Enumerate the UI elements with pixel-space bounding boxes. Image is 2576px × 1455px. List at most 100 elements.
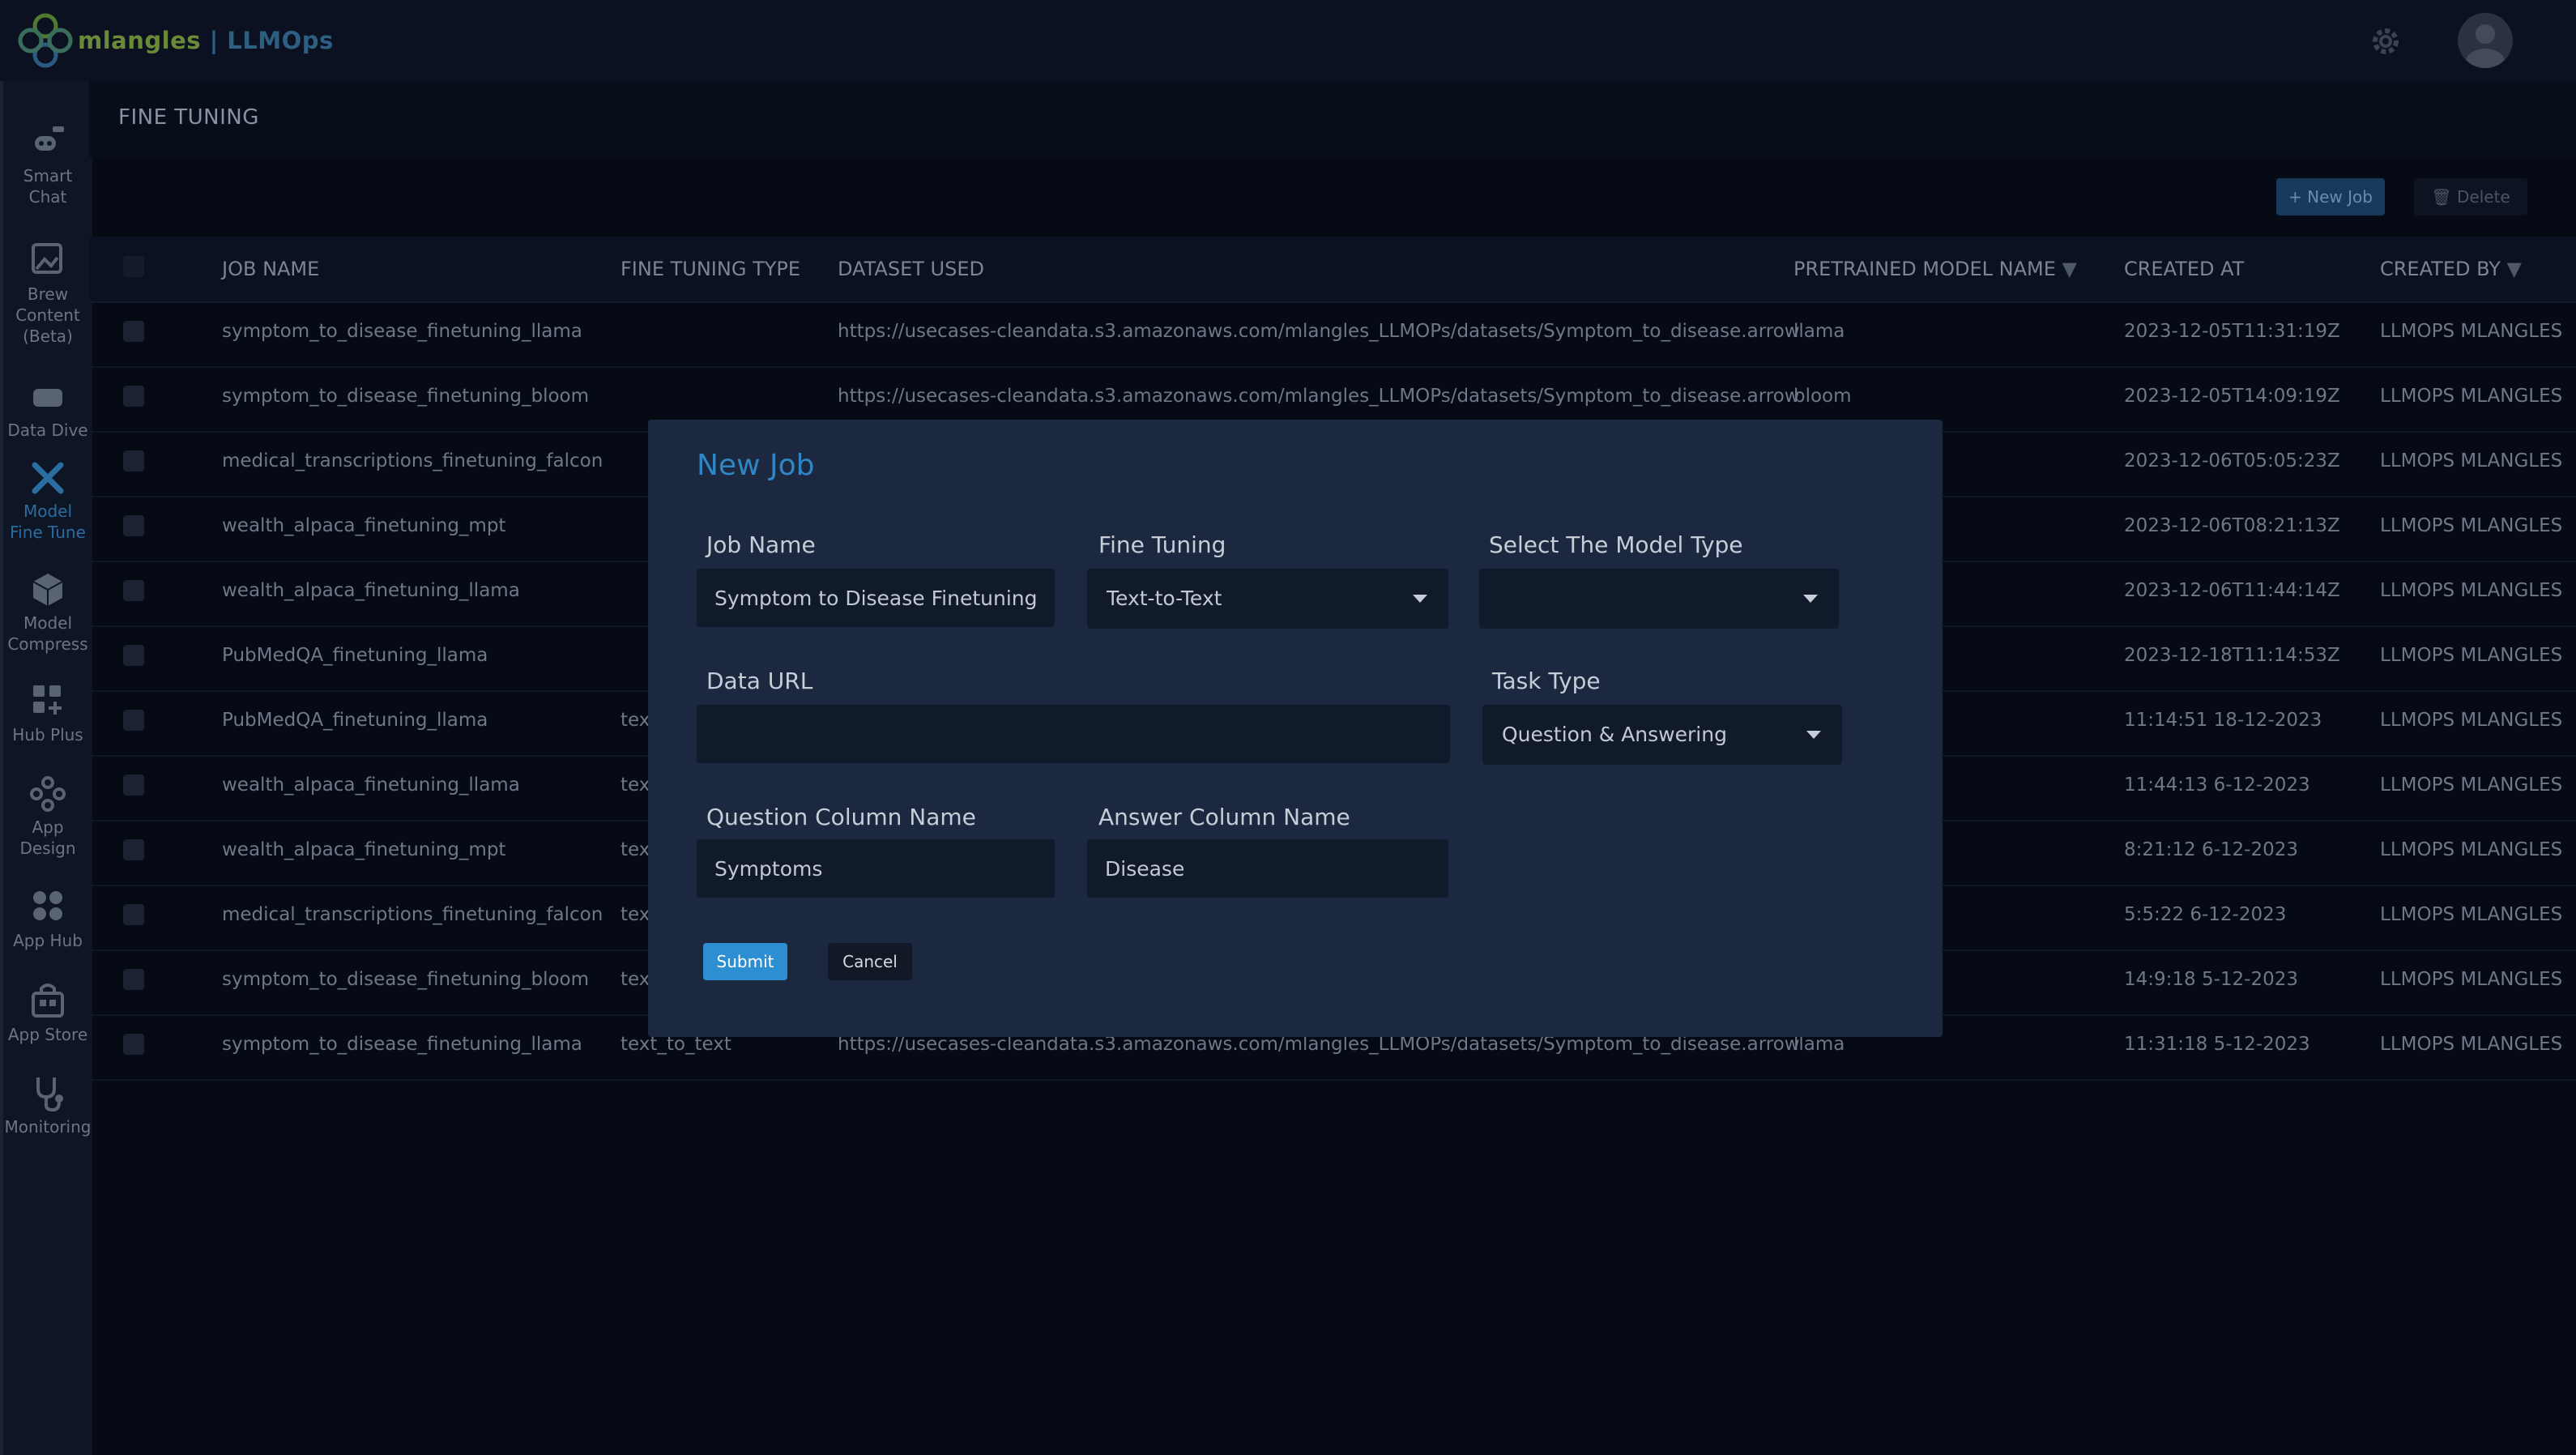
column-header-pretrained-model[interactable]: PRETRAINED MODEL NAME ▼ xyxy=(1793,258,2077,280)
sidebar-item-hub-plus[interactable]: Hub Plus xyxy=(3,682,92,745)
row-checkbox[interactable] xyxy=(123,904,144,925)
task-type-select[interactable]: Question & Answering xyxy=(1482,705,1842,765)
row-checkbox[interactable] xyxy=(123,839,144,860)
column-header-dataset-used[interactable]: DATASET USED xyxy=(838,258,984,280)
cell-job-name: PubMedQA_finetuning_llama xyxy=(222,710,488,731)
cell-dataset-used: https://usecases-cleandata.s3.amazonaws.… xyxy=(838,386,1800,407)
column-header-fine-tuning-type[interactable]: FINE TUNING TYPE xyxy=(621,258,800,280)
question-column-label: Question Column Name xyxy=(706,804,976,830)
top-bar: mlangles | LLMOps xyxy=(0,0,2576,81)
sidebar-item-smart-chat[interactable]: Smart Chat xyxy=(3,123,92,207)
question-column-input[interactable] xyxy=(697,839,1055,898)
row-checkbox[interactable] xyxy=(123,386,144,407)
sidebar-item-app-design[interactable]: App Design xyxy=(3,774,92,859)
page-title: FINE TUNING xyxy=(118,105,259,130)
cell-created-at: 2023-12-06T08:21:13Z xyxy=(2124,515,2340,536)
delete-button[interactable]: 🗑 Delete xyxy=(2414,178,2527,215)
row-checkbox[interactable] xyxy=(123,321,144,342)
image-ai-icon xyxy=(32,243,62,274)
table-row[interactable]: symptom_to_disease_finetuning_llama https… xyxy=(89,301,2576,368)
trash-icon: 🗑 xyxy=(2431,187,2452,207)
cell-created-at: 14:9:18 5-12-2023 xyxy=(2124,969,2299,990)
row-checkbox[interactable] xyxy=(123,580,144,601)
model-type-select[interactable] xyxy=(1479,569,1839,629)
gear-icon[interactable] xyxy=(2367,23,2404,60)
app-logo[interactable]: mlangles | LLMOps xyxy=(16,13,334,68)
sidebar-item-data-dive[interactable]: Data Dive xyxy=(3,378,92,441)
cell-created-at: 5:5:22 6-12-2023 xyxy=(2124,904,2287,925)
grid-plus-icon xyxy=(33,685,62,715)
cell-job-name: symptom_to_disease_finetuning_llama xyxy=(222,1034,582,1055)
row-checkbox[interactable] xyxy=(123,969,144,990)
modal-title: New Job xyxy=(697,449,815,482)
cell-fine-tuning-type: tex xyxy=(621,774,650,796)
sidebar-item-app-store[interactable]: App Store xyxy=(3,982,92,1045)
sidebar-item-model-compress[interactable]: Model Compress xyxy=(3,570,92,655)
job-name-label: Job Name xyxy=(706,531,816,558)
column-header-created-by[interactable]: CREATED BY ▼ xyxy=(2380,258,2522,280)
cell-created-at: 11:31:18 5-12-2023 xyxy=(2124,1034,2310,1055)
row-checkbox[interactable] xyxy=(123,774,144,796)
apps-icon xyxy=(33,891,62,920)
row-checkbox[interactable] xyxy=(123,710,144,731)
filter-icon[interactable]: ▼ xyxy=(2062,258,2077,280)
cancel-button[interactable]: Cancel xyxy=(828,943,912,980)
stethoscope-icon xyxy=(36,1077,63,1112)
user-avatar-icon[interactable] xyxy=(2458,13,2513,68)
select-all-checkbox[interactable] xyxy=(123,256,144,277)
page-header: FINE TUNING xyxy=(89,81,2576,157)
cell-created-by: LLMOPS MLANGLES xyxy=(2380,386,2563,407)
cell-created-by: LLMOPS MLANGLES xyxy=(2380,1034,2563,1055)
cell-created-at: 11:14:51 18-12-2023 xyxy=(2124,710,2322,731)
data-url-label: Data URL xyxy=(706,668,813,694)
sidebar-item-app-hub[interactable]: App Hub xyxy=(3,888,92,951)
cell-created-by: LLMOPS MLANGLES xyxy=(2380,774,2563,796)
robot-icon xyxy=(35,126,64,151)
cell-job-name: wealth_alpaca_finetuning_mpt xyxy=(222,515,506,536)
submit-button[interactable]: Submit xyxy=(703,943,787,980)
cell-created-at: 11:44:13 6-12-2023 xyxy=(2124,774,2310,796)
cell-pretrained-model: llama xyxy=(1793,321,1845,342)
cell-job-name: medical_transcriptions_finetuning_falcon xyxy=(222,904,603,925)
cube-icon xyxy=(32,574,63,606)
cell-job-name: medical_transcriptions_finetuning_falcon xyxy=(222,450,603,471)
cell-created-at: 2023-12-06T05:05:23Z xyxy=(2124,450,2340,471)
chevron-down-icon xyxy=(1803,595,1818,603)
new-job-button[interactable]: + New Job xyxy=(2276,178,2385,215)
cell-created-by: LLMOPS MLANGLES xyxy=(2380,321,2563,342)
cell-fine-tuning-type: tex xyxy=(621,839,650,860)
row-checkbox[interactable] xyxy=(123,645,144,666)
cell-created-by: LLMOPS MLANGLES xyxy=(2380,969,2563,990)
cell-fine-tuning-type: tex xyxy=(621,710,650,731)
cell-job-name: wealth_alpaca_finetuning_llama xyxy=(222,774,520,796)
fine-tuning-select[interactable]: Text-to-Text xyxy=(1087,569,1448,629)
cell-created-by: LLMOPS MLANGLES xyxy=(2380,904,2563,925)
design-icon xyxy=(30,776,66,812)
column-header-job-name[interactable]: JOB NAME xyxy=(222,258,319,280)
cell-created-at: 8:21:12 6-12-2023 xyxy=(2124,839,2299,860)
cell-created-at: 2023-12-05T11:31:19Z xyxy=(2124,321,2340,342)
task-type-label: Task Type xyxy=(1492,668,1601,694)
data-url-input[interactable] xyxy=(697,705,1450,763)
cell-job-name: wealth_alpaca_finetuning_llama xyxy=(222,580,520,601)
row-checkbox[interactable] xyxy=(123,515,144,536)
sidebar-item-monitoring[interactable]: Monitoring xyxy=(3,1074,92,1137)
filter-icon[interactable]: ▼ xyxy=(2507,258,2522,280)
cell-job-name: PubMedQA_finetuning_llama xyxy=(222,645,488,666)
answer-column-input[interactable] xyxy=(1087,839,1448,898)
cell-fine-tuning-type: tex xyxy=(621,904,650,925)
cell-created-by: LLMOPS MLANGLES xyxy=(2380,645,2563,666)
cell-created-at: 2023-12-05T14:09:19Z xyxy=(2124,386,2340,407)
row-checkbox[interactable] xyxy=(123,1034,144,1055)
cell-created-by: LLMOPS MLANGLES xyxy=(2380,710,2563,731)
column-header-created-at[interactable]: CREATED AT xyxy=(2124,258,2244,280)
row-checkbox[interactable] xyxy=(123,450,144,471)
cell-job-name: symptom_to_disease_finetuning_llama xyxy=(222,321,582,342)
cell-created-at: 2023-12-18T11:14:53Z xyxy=(2124,645,2340,666)
job-name-input[interactable] xyxy=(697,569,1055,627)
cell-fine-tuning-type: tex xyxy=(621,969,650,990)
sidebar-item-brew-content[interactable]: Brew Content (Beta) xyxy=(3,241,92,347)
sidebar-item-model-fine-tune[interactable]: Model Fine Tune xyxy=(3,459,92,543)
model-type-label: Select The Model Type xyxy=(1489,531,1743,558)
drive-icon xyxy=(33,389,62,407)
